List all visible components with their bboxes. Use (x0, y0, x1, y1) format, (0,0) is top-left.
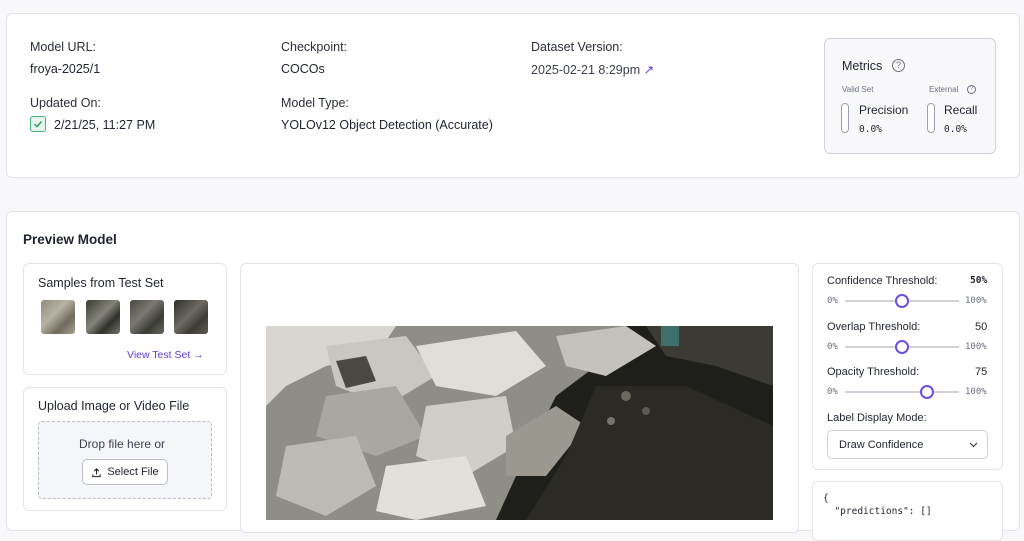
opacity-slider-handle[interactable] (920, 385, 934, 399)
opacity-max: 100% (965, 387, 987, 397)
help-icon[interactable]: ? (892, 59, 905, 72)
overlap-label: Overlap Threshold: (827, 321, 921, 333)
overlap-min: 0% (827, 342, 838, 352)
updated-on-value: 2/21/25, 11:27 PM (54, 118, 156, 132)
confidence-label: Confidence Threshold: (827, 275, 938, 287)
model-url-label: Model URL: (30, 40, 96, 54)
metrics-panel: Metrics ? Valid Set External ? Precision… (824, 38, 996, 154)
precision-value: 0.0% (859, 124, 882, 135)
preview-title: Preview Model (23, 232, 117, 247)
upload-icon (92, 467, 102, 477)
json-line-2: "predictions": [] (823, 506, 932, 517)
upload-title: Upload Image or Video File (38, 399, 190, 413)
opacity-label: Opacity Threshold: (827, 366, 920, 378)
dataset-version-link[interactable]: 2025-02-21 8:29pm ↗ (531, 62, 654, 77)
drop-text: Drop file here or (79, 437, 166, 451)
confidence-slider-handle[interactable] (895, 294, 909, 308)
metrics-title: Metrics (842, 59, 883, 73)
json-line-1: { (823, 493, 829, 504)
confidence-max: 100% (965, 296, 987, 306)
select-file-button[interactable]: Select File (82, 459, 168, 485)
opacity-value: 75 (975, 366, 988, 378)
model-type-label: Model Type: (281, 96, 349, 110)
label-display-mode-label: Label Display Mode: (827, 412, 927, 424)
recall-label: Recall (944, 103, 978, 117)
label-display-mode-value: Draw Confidence (839, 439, 924, 451)
sample-thumbnail-3[interactable] (130, 300, 164, 334)
checkpoint-label: Checkpoint: (281, 40, 348, 54)
valid-set-label: Valid Set (842, 85, 874, 94)
opacity-slider-track[interactable] (845, 391, 959, 393)
samples-title: Samples from Test Set (38, 276, 164, 290)
precision-label: Precision (859, 103, 909, 117)
view-test-set-link[interactable]: View Test Set → (127, 349, 204, 361)
preview-image (266, 326, 773, 520)
dataset-version-text: 2025-02-21 8:29pm (531, 63, 641, 77)
updated-on-label: Updated On: (30, 96, 101, 110)
sample-thumbnail-2[interactable] (86, 300, 120, 334)
recall-value: 0.0% (944, 124, 967, 135)
sample-thumbnail-1[interactable] (41, 300, 75, 334)
checkpoint-value: COCOs (281, 62, 325, 76)
external-help-icon[interactable]: ? (967, 85, 976, 94)
label-display-mode-select[interactable]: Draw Confidence (827, 430, 988, 459)
overlap-value: 50 (975, 321, 988, 333)
model-type-value: YOLOv12 Object Detection (Accurate) (281, 118, 493, 132)
overlap-max: 100% (965, 342, 987, 352)
external-label: External (929, 85, 959, 94)
confidence-value: 50% (970, 275, 988, 286)
check-icon (30, 116, 46, 132)
precision-bar (841, 103, 849, 133)
external-link-icon: ↗ (643, 63, 655, 77)
overlap-slider-handle[interactable] (895, 340, 909, 354)
sample-thumbnail-4[interactable] (174, 300, 208, 334)
select-file-label: Select File (107, 466, 159, 478)
opacity-min: 0% (827, 387, 838, 397)
confidence-min: 0% (827, 296, 838, 306)
help-icon-glyph: ? (895, 60, 901, 70)
chevron-down-icon (969, 442, 978, 448)
dataset-version-label: Dataset Version: (531, 40, 623, 54)
recall-bar (927, 103, 935, 133)
model-url-value: froya-2025/1 (30, 62, 101, 76)
